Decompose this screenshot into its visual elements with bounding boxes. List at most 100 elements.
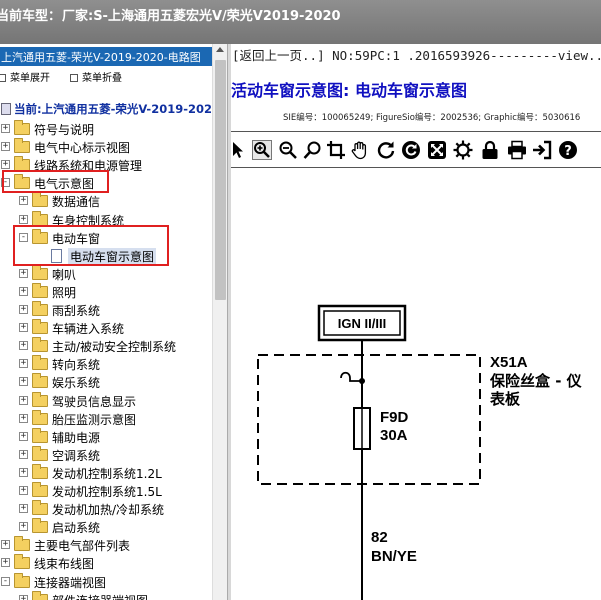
tree-item-label: 主要电气部件列表	[34, 539, 131, 554]
tree-root-label: 当前:上汽通用五菱-荣光V-2019-2020	[14, 102, 212, 116]
collapse-toggle-icon[interactable]: -	[1, 576, 10, 586]
expand-all-label: 菜单展开	[10, 73, 50, 84]
folder-icon	[32, 373, 48, 389]
tree-item-label: 车辆进入系统	[52, 322, 125, 337]
tree-item-label: 主动/被动安全控制系统	[52, 340, 177, 355]
expand-toggle-icon[interactable]: +	[19, 594, 28, 600]
expand-toggle-icon[interactable]: +	[19, 486, 28, 495]
toolbar-separator	[231, 167, 601, 168]
document-title: 活动车窗示意图: 电动车窗示意图	[231, 81, 467, 100]
crop-icon[interactable]	[326, 140, 346, 160]
tree-item-label: 连接器端视图	[34, 575, 107, 590]
pointer-icon[interactable]	[231, 140, 248, 160]
document-panel: [返回上一页..] NO:59PC:1 .2016593926---------…	[231, 44, 601, 600]
expand-toggle-icon[interactable]: +	[19, 323, 28, 333]
tree-item-label: 驾驶员信息显示	[52, 394, 137, 409]
expand-toggle-icon[interactable]: +	[19, 359, 28, 369]
expand-toggle-icon[interactable]: +	[19, 305, 28, 314]
left-toolbar: 菜单展开 菜单折叠	[0, 68, 212, 86]
fit-icon[interactable]	[427, 140, 447, 160]
rotate-icon[interactable]	[376, 140, 396, 160]
fuse-id: F9D	[380, 409, 409, 426]
collapse-all-button[interactable]: 菜单折叠	[70, 69, 122, 84]
current-model-value: 厂家:S-上海通用五菱宏光V/荣光V2019-2020	[62, 9, 341, 24]
expand-toggle-icon[interactable]: +	[1, 124, 10, 133]
tree-item-label: 雨刮系统	[52, 304, 101, 318]
pan-hand-icon[interactable]	[350, 140, 370, 160]
tree-item-label: 转向系统	[52, 358, 101, 373]
expand-toggle-icon[interactable]: +	[1, 160, 10, 170]
expand-toggle-icon[interactable]: +	[19, 286, 28, 296]
folder-icon	[14, 138, 30, 154]
scroll-thumb[interactable]	[215, 60, 226, 300]
expand-toggle-icon[interactable]: +	[19, 522, 28, 532]
folder-icon	[32, 427, 48, 443]
folder-icon	[32, 391, 48, 407]
folder-icon	[32, 445, 48, 461]
current-model-label: 当前车型：	[0, 9, 62, 24]
expand-toggle-icon[interactable]: +	[1, 142, 10, 152]
export-icon[interactable]	[532, 140, 552, 160]
svg-text:?: ?	[564, 144, 572, 159]
nav-back-link[interactable]: [返回上一页..] NO:59PC:1 .2016593926---------…	[232, 45, 601, 64]
expand-toggle-icon[interactable]: +	[1, 540, 10, 550]
left-scrollbar[interactable]	[212, 44, 227, 600]
collapse-all-label: 菜单折叠	[82, 73, 122, 84]
bus-hook	[340, 371, 362, 382]
tree-item-label: 发动机加热/冷却系统	[52, 503, 165, 518]
viewer-toolbar: ?	[231, 137, 601, 163]
expand-toggle-icon[interactable]: +	[19, 341, 28, 351]
highlight-box-power-window	[13, 225, 169, 266]
zoom-search-icon[interactable]	[303, 140, 323, 160]
expand-toggle-icon[interactable]: +	[19, 377, 28, 387]
expand-toggle-icon[interactable]: +	[19, 467, 28, 477]
tree-item-label: 胎压监测示意图	[52, 412, 137, 427]
folder-icon	[32, 282, 48, 298]
left-panel-header: 上汽通用五菱-荣光V-2019-2020-电路图	[0, 47, 212, 66]
lock-icon[interactable]	[480, 140, 500, 160]
tree-item-label: 辅助电源	[52, 430, 101, 445]
folder-icon	[32, 301, 48, 316]
expand-toggle-icon[interactable]: +	[19, 268, 28, 278]
expand-toggle-icon[interactable]: +	[19, 504, 28, 514]
expand-toggle-icon[interactable]: +	[19, 449, 28, 459]
tree-item-label: 空调系统	[52, 448, 101, 463]
help-icon[interactable]: ?	[558, 140, 578, 160]
zoom-out-icon[interactable]	[278, 140, 298, 160]
tree-item-label: 数据通信	[52, 195, 101, 210]
folder-icon	[32, 409, 48, 425]
folder-icon	[32, 590, 48, 600]
ign-label: IGN II/III	[338, 316, 386, 331]
expand-toggle-icon[interactable]: +	[19, 395, 28, 405]
folder-icon	[32, 355, 48, 371]
expand-toggle-icon[interactable]: +	[19, 196, 28, 206]
folder-icon	[14, 536, 30, 552]
tree-item-label: 符号与说明	[34, 123, 95, 137]
tree-item-label: 部件连接器端视图	[52, 592, 148, 600]
tree-item-label: 发动机控制系统1.5L	[52, 485, 162, 499]
expand-toggle-icon[interactable]: +	[19, 413, 28, 423]
tree-root[interactable]: 当前:上汽通用五菱-荣光V-2019-2020	[0, 99, 212, 119]
folder-icon	[32, 500, 48, 516]
folder-icon	[32, 463, 48, 479]
expand-toggle-icon[interactable]: +	[19, 214, 28, 224]
collapse-icon	[70, 74, 78, 82]
refresh-icon[interactable]	[401, 140, 421, 160]
tree-item-label: 启动系统	[52, 521, 101, 536]
expand-all-button[interactable]: 菜单展开	[0, 69, 50, 84]
wire-color: BN/YE	[371, 548, 417, 565]
expand-toggle-icon[interactable]: +	[1, 558, 10, 568]
folder-icon	[14, 120, 30, 135]
print-icon[interactable]	[507, 140, 527, 160]
expand-toggle-icon[interactable]: +	[19, 431, 28, 441]
wiring-diagram[interactable]: IGN II/III F9D 30A X51A 保险丝盒 - 仪 表板 82 B…	[231, 170, 601, 600]
folder-icon	[32, 319, 48, 335]
left-panel: 上汽通用五菱-荣光V-2019-2020-电路图 菜单展开 菜单折叠 当前:上汽…	[0, 44, 227, 600]
fuse-box-name-line1: 保险丝盒 - 仪	[489, 372, 583, 390]
settings-icon[interactable]	[453, 140, 473, 160]
tree-item-label: 电气中心标示视图	[34, 141, 131, 156]
scroll-up-icon[interactable]	[216, 47, 224, 52]
zoom-in-icon[interactable]	[252, 140, 272, 160]
fuse-box-name-line2: 表板	[490, 390, 521, 408]
folder-icon	[32, 210, 48, 226]
